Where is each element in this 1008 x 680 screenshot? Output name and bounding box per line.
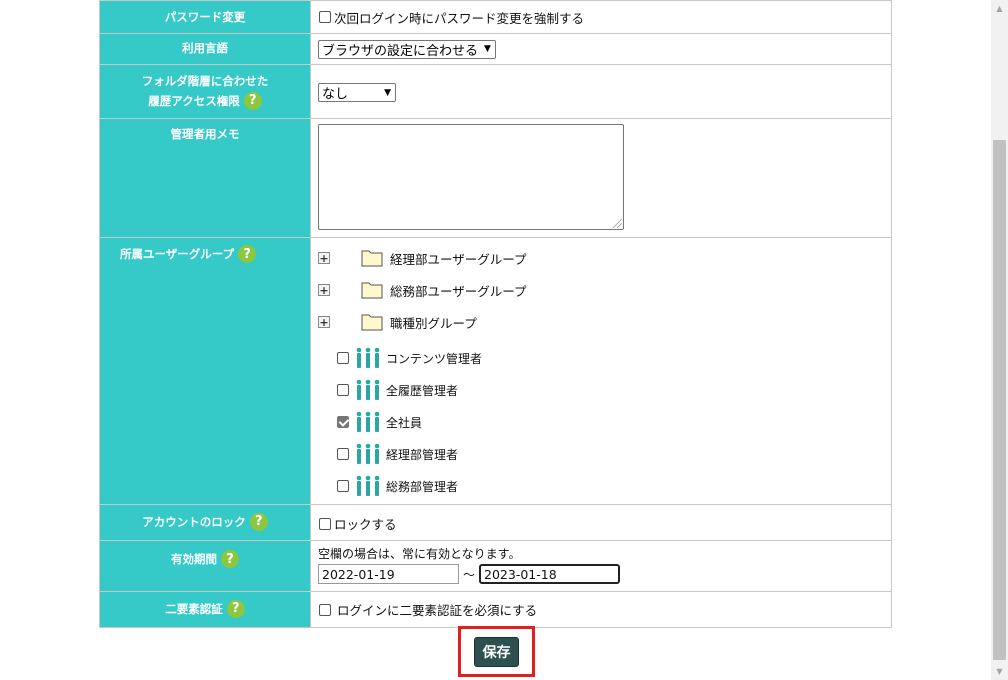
two-factor-value-cell: ログインに二要素認証を必須にする [310, 591, 892, 628]
folder-icon [361, 250, 383, 267]
save-button-highlight: 保存 [458, 626, 535, 677]
scrollbar-thumb[interactable] [993, 140, 1006, 660]
force-password-change-checkbox[interactable] [319, 11, 331, 23]
validity-value-cell: 空欄の場合は、常に有効となります。 2022-01-19 ～ 2023-01-1… [310, 540, 892, 592]
group-checkbox[interactable] [337, 448, 349, 460]
language-label-cell: 利用言語 [99, 33, 311, 65]
language-selected-value: ブラウザの設定に合わせる [322, 43, 479, 59]
help-icon[interactable]: ? [249, 512, 268, 531]
language-select[interactable]: ブラウザの設定に合わせる ▼ [318, 39, 496, 59]
folder-icon [361, 282, 383, 299]
folder-icon [361, 314, 383, 331]
folder-name: 経理部ユーザーグループ [390, 251, 527, 267]
user-group-icon [356, 347, 380, 368]
two-factor-label-cell: 二要素認証 ? [99, 591, 311, 628]
folder-name: 総務部ユーザーグループ [390, 283, 527, 299]
account-lock-value-cell: ロックする [310, 504, 892, 541]
user-group-icon [356, 443, 380, 464]
group-row[interactable]: 全社員 [318, 406, 891, 438]
language-label: 利用言語 [182, 41, 228, 55]
admin-memo-label: 管理者用メモ [170, 127, 240, 141]
validity-label: 有効期間 [171, 552, 217, 566]
folder-access-value-cell: なし ▼ [310, 64, 892, 119]
account-lock-checkbox[interactable] [319, 517, 331, 530]
user-group-icon [356, 379, 380, 400]
user-groups-value-cell: + 経理部ユーザーグループ + 総務部ユーザーグループ + 職種別グループ コン… [310, 237, 892, 505]
validity-label-cell: 有効期間 ? [99, 540, 311, 592]
folder-name: 職種別グループ [390, 315, 477, 331]
language-value-cell: ブラウザの設定に合わせる ▼ [310, 33, 892, 65]
group-checkbox[interactable] [337, 480, 349, 492]
folder-tree-row[interactable]: + 経理部ユーザーグループ [318, 242, 891, 274]
folder-access-label-line2: 履歴アクセス権限 [148, 94, 240, 108]
force-password-change-label: 次回ログイン時にパスワード変更を強制する [334, 10, 585, 26]
validity-end-input[interactable]: 2023-01-18 [479, 564, 621, 584]
admin-memo-textarea[interactable] [318, 124, 624, 230]
validity-note: 空欄の場合は、常に有効となります。 [318, 547, 521, 561]
folder-tree-row[interactable]: + 職種別グループ [318, 306, 891, 338]
account-lock-checkbox-label: ロックする [334, 517, 397, 532]
group-row[interactable]: コンテンツ管理者 [318, 342, 891, 374]
help-icon[interactable]: ? [243, 92, 262, 110]
vertical-scrollbar[interactable]: ▲ ▼ [991, 0, 1008, 680]
account-lock-label: アカウントのロック [142, 514, 246, 529]
scroll-down-arrow-icon[interactable]: ▼ [991, 663, 1008, 680]
validity-start-input[interactable]: 2022-01-19 [318, 564, 459, 584]
user-settings-form: パスワード変更 次回ログイン時にパスワード変更を強制する 利用言語 ブラウザの設… [99, 0, 892, 628]
group-name: 総務部管理者 [386, 479, 459, 494]
admin-memo-label-cell: 管理者用メモ [99, 118, 311, 238]
folder-access-label-line1: フォルダ階層に合わせた [141, 74, 269, 88]
save-button[interactable]: 保存 [474, 636, 519, 667]
folder-access-select[interactable]: なし ▼ [318, 83, 396, 102]
account-lock-label-cell: アカウントのロック ? [99, 504, 311, 541]
admin-memo-value-cell [310, 118, 892, 238]
password-change-label-cell: パスワード変更 [99, 0, 311, 34]
plus-expand-icon[interactable]: + [318, 252, 330, 264]
help-icon[interactable]: ? [226, 599, 245, 618]
group-row[interactable]: 全履歴管理者 [318, 374, 891, 406]
plus-expand-icon[interactable]: + [318, 284, 330, 296]
resize-grip-icon[interactable] [613, 219, 622, 228]
user-groups-label-cell: 所属ユーザーグループ ? [99, 237, 311, 505]
user-group-icon [356, 411, 380, 432]
group-row[interactable]: 総務部管理者 [318, 470, 891, 502]
password-change-value-cell: 次回ログイン時にパスワード変更を強制する [310, 0, 892, 34]
folder-access-selected-value: なし [322, 87, 349, 102]
validity-separator: ～ [463, 567, 476, 582]
password-change-label: パスワード変更 [164, 10, 246, 24]
help-icon[interactable]: ? [238, 245, 257, 263]
group-name: コンテンツ管理者 [386, 351, 483, 366]
group-name: 経理部管理者 [386, 447, 459, 462]
two-factor-label: 二要素認証 [165, 601, 223, 616]
group-name: 全履歴管理者 [386, 383, 459, 398]
folder-access-label-cell: フォルダ階層に合わせた 履歴アクセス権限 ? [99, 64, 311, 119]
folder-tree-row[interactable]: + 総務部ユーザーグループ [318, 274, 891, 306]
help-icon[interactable]: ? [221, 550, 239, 568]
user-group-icon [356, 475, 380, 496]
group-name: 全社員 [386, 415, 423, 430]
group-checkbox[interactable] [337, 416, 349, 428]
two-factor-checkbox[interactable] [319, 603, 331, 616]
chevron-down-icon: ▼ [484, 44, 491, 54]
plus-expand-icon[interactable]: + [318, 316, 330, 328]
chevron-down-icon: ▼ [384, 87, 391, 98]
scroll-up-arrow-icon[interactable]: ▲ [991, 0, 1008, 17]
group-row[interactable]: 経理部管理者 [318, 438, 891, 470]
two-factor-checkbox-label: ログインに二要素認証を必須にする [337, 603, 538, 618]
group-checkbox[interactable] [337, 384, 349, 396]
group-checkbox[interactable] [337, 352, 349, 364]
user-groups-label: 所属ユーザーグループ [120, 247, 235, 261]
